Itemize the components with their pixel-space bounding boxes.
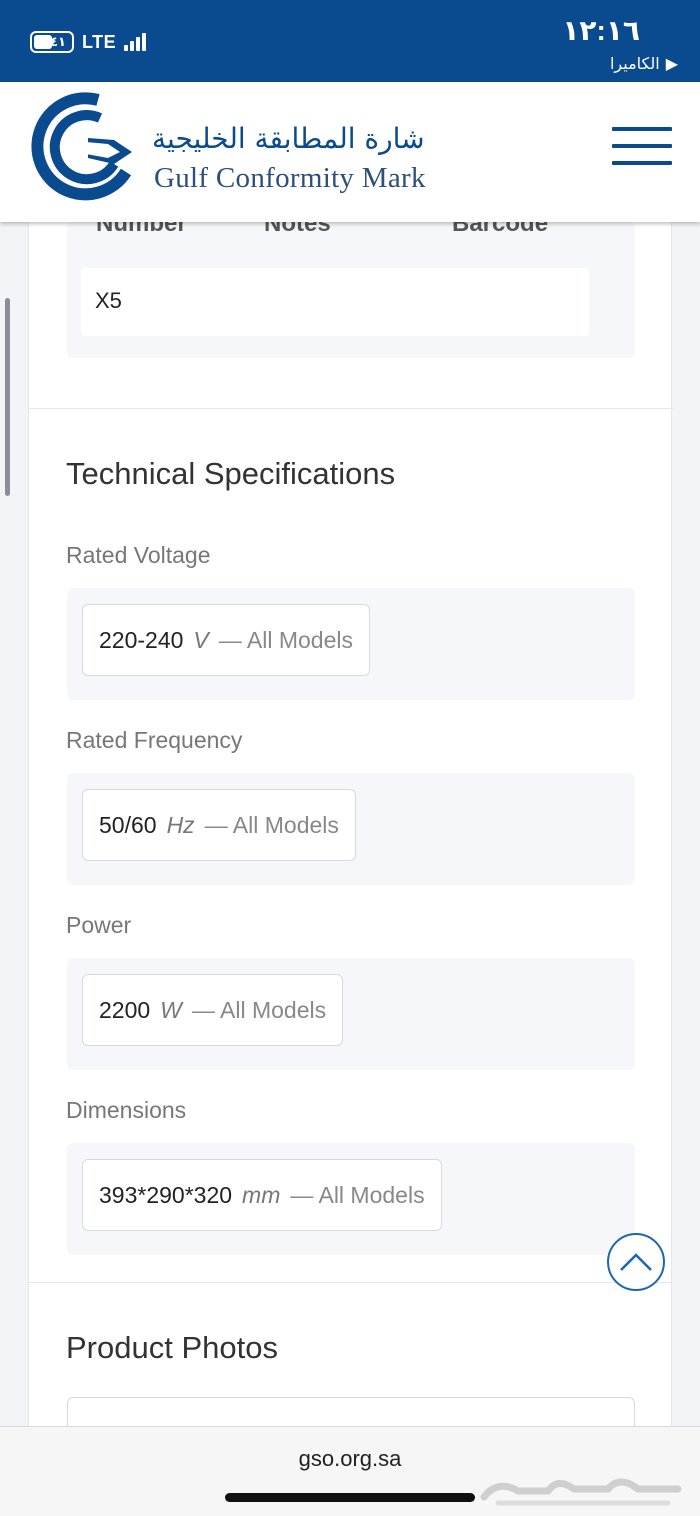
hamburger-menu-icon[interactable] [612,127,672,167]
product-photos-gallery[interactable] [67,1397,635,1426]
brand-title-english: Gulf Conformity Mark [154,162,426,194]
status-time: ١٢:١٦ [562,15,640,46]
scroll-to-top-button[interactable] [607,1233,665,1291]
battery-icon: ٤١ [30,31,74,53]
spec-unit: Hz [166,811,195,838]
brand-title-arabic: شارة المطابقة الخليجية [152,122,425,155]
spec-box-dimensions: 393*290*320 mm — All Models [67,1143,635,1255]
home-indicator[interactable] [225,1493,475,1502]
spec-box-rated-voltage: 220-240 V — All Models [67,588,635,700]
play-back-icon: ▶ [665,56,678,73]
spec-value: 50/60 [99,811,157,838]
back-app-label: الكاميرا [609,56,660,73]
battery-level: ٤١ [50,34,66,49]
gso-logo-icon[interactable] [28,92,138,202]
status-bar: ٤١ LTE ١٢:١٦ الكاميرا ▶ [0,0,700,82]
cell-number: X5 [95,288,122,313]
product-photos-title: Product Photos [66,1330,278,1365]
site-header: شارة المطابقة الخليجية Gulf Conformity M… [0,82,700,222]
spec-value: 393*290*320 [99,1181,233,1208]
column-header-notes: Notes [264,222,331,237]
network-type: LTE [82,31,117,52]
spec-label-dimensions: Dimensions [66,1097,187,1123]
spec-label-rated-voltage: Rated Voltage [66,542,211,568]
spec-value-chip: 2200 W — All Models [82,974,344,1046]
spec-box-rated-frequency: 50/60 Hz — All Models [67,773,635,885]
spec-unit: V [193,626,209,653]
spec-box-power: 2200 W — All Models [67,958,635,1070]
spec-models: — All Models [191,996,327,1023]
column-header-number: Number [96,222,187,237]
spec-models: — All Models [204,811,339,838]
spec-unit: mm [242,1181,281,1208]
spec-value-chip: 220-240 V — All Models [82,604,370,676]
main-content[interactable]: Number Notes Barcode X5 Technical Specif… [0,222,700,1426]
column-header-barcode: Barcode [452,222,549,237]
spec-label-rated-frequency: Rated Frequency [66,727,243,753]
haraj-watermark-logo [480,1478,682,1506]
spec-models: — All Models [218,626,353,653]
scrollbar[interactable] [5,298,10,496]
spec-value-chip: 393*290*320 mm — All Models [82,1159,442,1231]
spec-value: 220-240 [99,626,184,653]
spec-unit: W [160,996,182,1023]
signal-icon [124,33,147,51]
browser-bottom-bar: gso.org.sa [0,1426,700,1516]
details-card: Number Notes Barcode X5 Technical Specif… [28,222,673,1426]
back-to-app-link[interactable]: الكاميرا ▶ [610,54,678,74]
spec-label-power: Power [66,912,132,938]
status-left: ٤١ LTE [30,31,147,53]
spec-value: 2200 [99,996,151,1023]
chevron-up-icon [620,1253,652,1271]
spec-value-chip: 50/60 Hz — All Models [82,789,356,861]
models-table: Number Notes Barcode X5 [67,222,635,358]
technical-specifications-title: Technical Specifications [66,456,396,491]
table-row: X5 [81,268,589,336]
spec-models: — All Models [290,1181,425,1208]
section-divider [29,408,673,409]
section-divider [29,1282,673,1283]
